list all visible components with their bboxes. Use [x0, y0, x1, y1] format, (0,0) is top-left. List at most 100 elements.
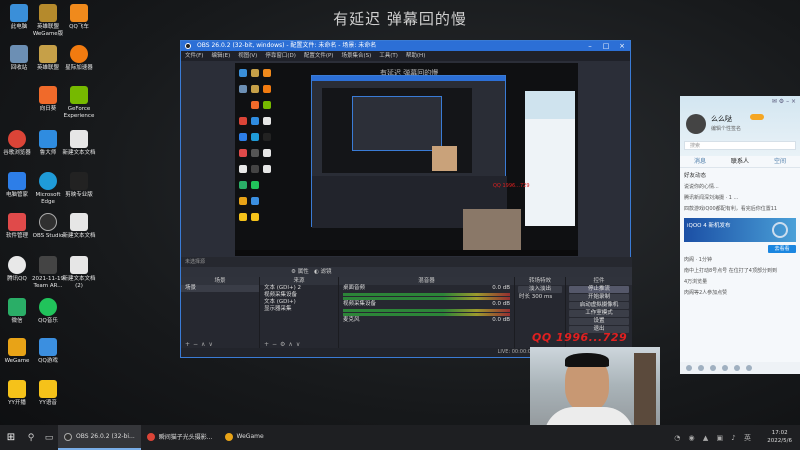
- gear-icon[interactable]: ⚙: [291, 269, 296, 275]
- volume-meter[interactable]: [343, 297, 510, 300]
- desktop-icon[interactable]: OBS Studio: [31, 213, 65, 240]
- desktop-icon[interactable]: 英雄联盟 WeGame版: [31, 4, 65, 37]
- menu-view[interactable]: 视图(V): [238, 51, 257, 61]
- system-tray-icons[interactable]: ◔ ◉ ▲ ▣ ♪ 英: [674, 433, 754, 443]
- menu-profile[interactable]: 配置文件(P): [304, 51, 334, 61]
- search-icon[interactable]: ⚲: [22, 433, 40, 443]
- menu-docks[interactable]: 停靠窗口(D): [265, 51, 296, 61]
- status-input[interactable]: 说说你的心情...: [680, 182, 800, 193]
- desktop-icon[interactable]: WeGame: [0, 338, 34, 365]
- desktop-icon[interactable]: 星际加速器: [62, 45, 96, 72]
- maximize-icon[interactable]: □: [598, 41, 614, 51]
- menu-help[interactable]: 帮助(H): [406, 51, 425, 61]
- desktop-icon[interactable]: YY开播: [0, 380, 34, 407]
- group-icon[interactable]: [698, 365, 704, 371]
- desktop-icon[interactable]: 微信: [0, 298, 34, 325]
- star-icon[interactable]: [734, 365, 740, 371]
- desktop-icon[interactable]: QQ飞车: [62, 4, 96, 31]
- wallpaper-title: 有延迟 弹幕回的慢: [333, 10, 467, 28]
- virtual-camera-button[interactable]: 启动虚拟摄像机: [569, 302, 629, 309]
- sources-footer-icons[interactable]: +−⚙∧∨: [264, 341, 303, 348]
- start-recording-button[interactable]: 开始录制: [569, 294, 629, 301]
- desktop-icon[interactable]: 软件管理: [0, 213, 34, 240]
- stop-streaming-button[interactable]: 停止推流: [569, 286, 629, 293]
- obs-titlebar[interactable]: OBS 26.0.2 (32-bit, windows) - 配置文件: 未命名…: [181, 41, 630, 51]
- menu-tools[interactable]: 工具(T): [379, 51, 398, 61]
- apps-icon[interactable]: [746, 365, 752, 371]
- obs-preview[interactable]: 有延迟 弹幕回的慢 QQ 1996...729: [235, 63, 578, 256]
- desktop-icon[interactable]: QQ游戏: [31, 338, 65, 365]
- desktop-icon[interactable]: 新建文本文档 (2): [62, 256, 96, 289]
- transition-select[interactable]: 淡入淡出: [518, 286, 562, 293]
- qq-speed-icon: [70, 4, 88, 22]
- yy-live-icon: [8, 380, 26, 398]
- desktop-icon[interactable]: 英雄联盟: [31, 45, 65, 72]
- settings-button[interactable]: 设置: [569, 318, 629, 325]
- close-icon[interactable]: ×: [614, 41, 630, 51]
- studio-mode-button[interactable]: 工作室模式: [569, 310, 629, 317]
- scene-item[interactable]: 场景: [181, 285, 259, 292]
- taskbar-app-chrome[interactable]: 瞬间猫子光头摄影...: [141, 425, 219, 450]
- desktop-icon[interactable]: 腾讯QQ: [0, 256, 34, 283]
- tab-contacts[interactable]: 联系人: [720, 156, 760, 167]
- search-input[interactable]: 搜索: [684, 141, 796, 150]
- desktop-icon[interactable]: 新建文本文档: [62, 130, 96, 157]
- desktop-icon[interactable]: QQ音乐: [31, 298, 65, 325]
- qq-window-controls[interactable]: ✉ ⚙ – ×: [772, 98, 796, 105]
- view-button[interactable]: 去看看: [768, 245, 796, 253]
- preview-qq-panel: [525, 91, 575, 226]
- obs-icon: [39, 213, 57, 231]
- qq-game-icon: [39, 338, 57, 356]
- tab-space[interactable]: 空间: [760, 156, 800, 167]
- text-file-icon: [70, 130, 88, 148]
- like-note: 肉阁等2人参加点赞: [684, 290, 728, 296]
- obs-window-title: OBS 26.0.2 (32-bit, windows) - 配置文件: 未命名…: [197, 42, 377, 49]
- duration-input[interactable]: 300 ms: [532, 294, 552, 300]
- source-item[interactable]: 显示器采集: [260, 306, 338, 313]
- desktop-icon[interactable]: 剪映专业版: [62, 172, 96, 199]
- tab-messages[interactable]: 消息: [680, 156, 720, 167]
- chrome-icon: [146, 432, 155, 441]
- minimize-icon[interactable]: –: [582, 41, 598, 51]
- menu-file[interactable]: 文件(F): [185, 51, 203, 61]
- source-item[interactable]: 视频采集设备: [260, 292, 338, 299]
- volume-meter[interactable]: [343, 309, 510, 312]
- desktop-icon[interactable]: 2021-11-19 Team AR...: [31, 256, 65, 289]
- game-icon[interactable]: [710, 365, 716, 371]
- menu-scene-collection[interactable]: 场景集合(S): [341, 51, 371, 61]
- filters-button[interactable]: 滤镜: [321, 269, 332, 275]
- desktop-icon[interactable]: YY语音: [31, 380, 65, 407]
- ad-banner[interactable]: iQOO 4 新机发布: [684, 218, 796, 242]
- volume-meter[interactable]: [343, 293, 510, 296]
- desktop-icon[interactable]: 新建文本文档: [62, 213, 96, 240]
- scenes-footer-icons[interactable]: +−∧∨: [185, 341, 216, 348]
- desktop-icon[interactable]: 向日葵: [31, 86, 65, 113]
- preview-overlay-text: QQ 1996...729: [493, 183, 530, 189]
- menu-edit[interactable]: 编辑(E): [211, 51, 230, 61]
- menu-icon[interactable]: [686, 365, 692, 371]
- desktop-icon[interactable]: Microsoft Edge: [31, 172, 65, 205]
- feed-item[interactable]: 腾讯新闻深刘海摄 · 1 ...: [680, 193, 800, 204]
- taskbar-app-obs[interactable]: OBS 26.0.2 (32-bi...: [58, 425, 141, 450]
- preview-nested-obs: [311, 75, 507, 228]
- windows-start-icon[interactable]: ⊞: [0, 425, 22, 450]
- task-view-icon[interactable]: ▭: [40, 433, 58, 443]
- desktop-icon[interactable]: GeForce Experience: [62, 86, 96, 119]
- clock[interactable]: 17:02 2022/5/6: [767, 429, 792, 445]
- filter-icon[interactable]: ◐: [314, 269, 319, 275]
- taskbar-app-wegame[interactable]: WeGame: [219, 425, 270, 450]
- source-item[interactable]: 文本 (GDI+): [260, 299, 338, 306]
- desktop-icon[interactable]: 鲁大师: [31, 130, 65, 157]
- mixer-track: 麦克风 0.0 dB: [343, 317, 510, 323]
- controls-header: 控件: [566, 277, 632, 285]
- mail-icon[interactable]: [722, 365, 728, 371]
- feed-item[interactable]: 四款游戏iQ00都配有利，看完后你位置11: [680, 204, 800, 215]
- obs-window: OBS 26.0.2 (32-bit, windows) - 配置文件: 未命名…: [180, 40, 632, 358]
- source-item[interactable]: 文本 (GDI+) 2: [260, 285, 338, 292]
- qq-signature[interactable]: 编辑个性签名: [711, 125, 741, 132]
- avatar[interactable]: [686, 114, 706, 134]
- properties-button[interactable]: 属性: [298, 269, 309, 275]
- volume-meter[interactable]: [343, 313, 510, 316]
- desktop-icon[interactable]: 谷歌浏览器: [0, 130, 34, 157]
- desktop-icon[interactable]: 电脑管家: [0, 172, 34, 199]
